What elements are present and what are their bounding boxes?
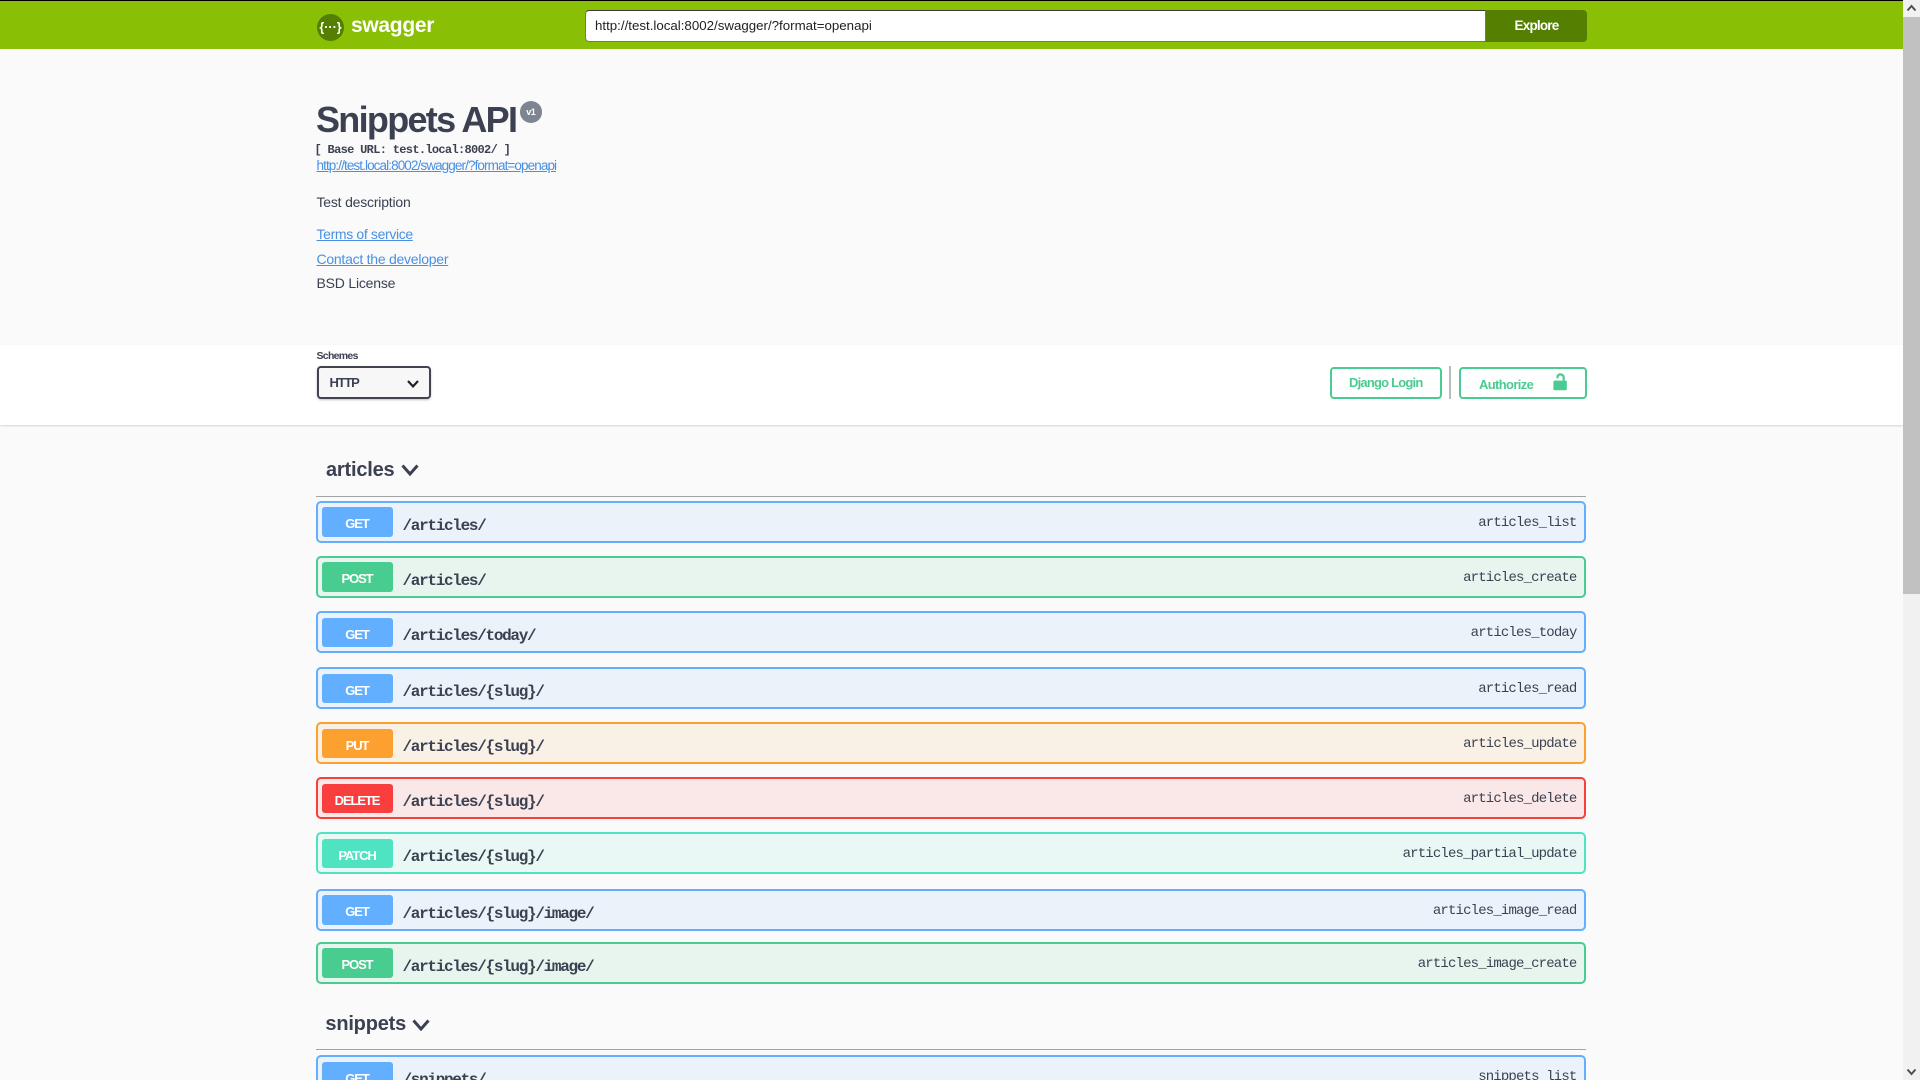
svg-text:{···}: {···} (319, 21, 341, 35)
